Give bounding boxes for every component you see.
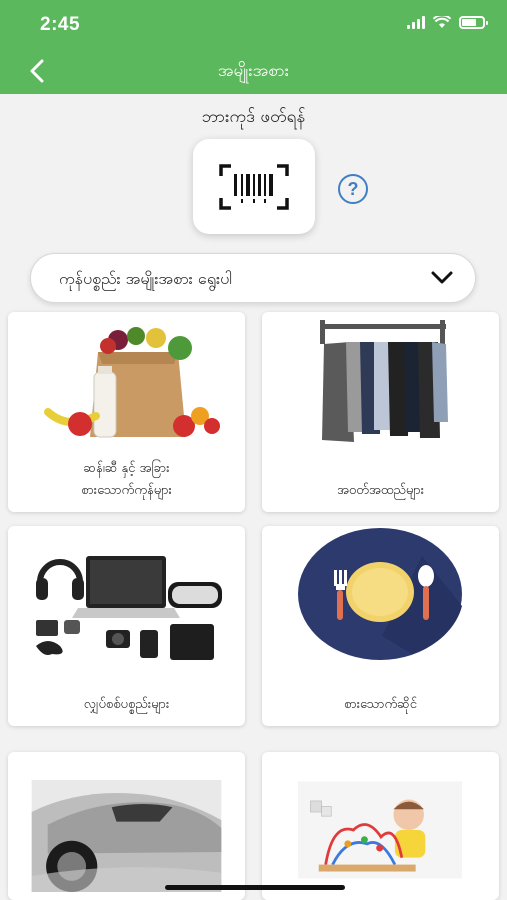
battery-icon	[459, 16, 488, 29]
category-card-groceries[interactable]: ဆန်၊ဆီ နှင့် အခြား စားသောက်ကုန်များ	[8, 312, 245, 512]
category-card-baby[interactable]	[262, 752, 499, 900]
scan-barcode-label: ဘားကုဒ် ဖတ်ရန်	[201, 107, 306, 127]
baby-toy-image	[298, 781, 462, 879]
status-time: 2:45	[40, 14, 81, 35]
status-bar: 2:45	[0, 0, 507, 48]
category-card-electronics[interactable]: လျှပ်စစ်ပစ္စည်းများ	[8, 526, 245, 726]
wifi-icon	[433, 16, 451, 28]
signal-icon	[407, 16, 425, 29]
category-card-vehicles[interactable]	[8, 752, 245, 900]
category-card-restaurant[interactable]: စားသောက်ဆိုင်	[262, 526, 499, 726]
car-image	[31, 780, 222, 892]
electronics-image	[36, 556, 222, 660]
category-label: အဝတ်အထည်များ	[336, 483, 425, 498]
restaurant-plate-image	[298, 528, 462, 660]
category-select-value: ကုန်ပစ္စည်း အမျိုးအစား ရွေးပါ	[59, 269, 232, 288]
barcode-icon	[219, 163, 289, 210]
nav-bar: အမျိုးအစား	[0, 48, 507, 94]
help-icon[interactable]: ?	[338, 174, 368, 204]
category-label: ဆန်၊ဆီ နှင့် အခြား စားသောက်ကုန်များ	[81, 461, 172, 498]
home-indicator	[165, 885, 345, 890]
status-icons	[407, 16, 488, 29]
category-label: လျှပ်စစ်ပစ္စည်းများ	[83, 697, 170, 712]
chevron-down-icon	[431, 271, 453, 284]
page-title: အမျိုးအစား	[217, 61, 290, 81]
grocery-bag-image	[44, 327, 220, 438]
category-card-clothes[interactable]: အဝတ်အထည်များ	[262, 312, 499, 512]
category-select[interactable]: ကုန်ပစ္စည်း အမျိုးအစား ရွေးပါ	[30, 253, 476, 303]
category-label: စားသောက်ဆိုင်	[344, 697, 417, 712]
clothes-rack-image	[320, 320, 448, 442]
barcode-scan-button[interactable]	[193, 139, 315, 234]
